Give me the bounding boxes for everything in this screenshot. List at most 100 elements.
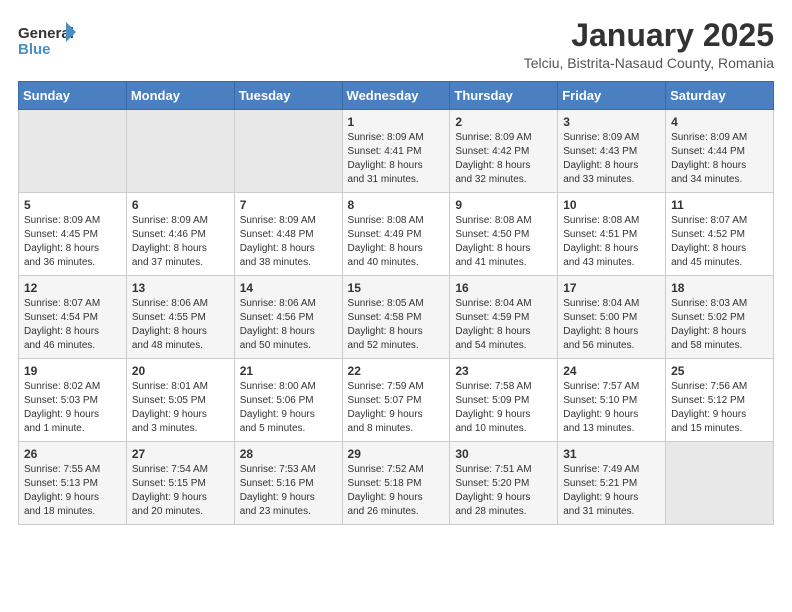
logo: General Blue xyxy=(18,18,78,62)
day-number: 14 xyxy=(240,281,337,295)
table-row: 8 Sunrise: 8:08 AM Sunset: 4:49 PM Daylig… xyxy=(342,193,450,276)
table-row: 30 Sunrise: 7:51 AM Sunset: 5:20 PM Dayli… xyxy=(450,442,558,525)
day-info: Sunrise: 8:09 AM Sunset: 4:44 PM Dayligh… xyxy=(671,131,768,187)
day-info: Sunrise: 8:08 AM Sunset: 4:49 PM Dayligh… xyxy=(348,214,445,270)
day-number: 24 xyxy=(563,364,660,378)
col-saturday: Saturday xyxy=(666,82,774,110)
table-row: 31Sunrise: 7:49 AM Sunset: 5:21 PM Dayli… xyxy=(558,442,666,525)
day-number: 22 xyxy=(348,364,445,378)
table-row: 24 Sunrise: 7:57 AM Sunset: 5:10 PM Dayli… xyxy=(558,359,666,442)
day-number: 12 xyxy=(24,281,121,295)
table-row: 5Sunrise: 8:09 AM Sunset: 4:45 PM Daylig… xyxy=(19,193,127,276)
calendar: Sunday Monday Tuesday Wednesday Thursday… xyxy=(18,81,774,525)
table-row: 1 Sunrise: 8:09 AM Sunset: 4:41 PM Daylig… xyxy=(342,110,450,193)
svg-text:Blue: Blue xyxy=(18,41,51,58)
day-number: 16 xyxy=(455,281,552,295)
day-info: Sunrise: 7:54 AM Sunset: 5:15 PM Dayligh… xyxy=(132,463,229,519)
day-number: 6 xyxy=(132,198,229,212)
day-info: Sunrise: 8:09 AM Sunset: 4:41 PM Dayligh… xyxy=(348,131,445,187)
title-block: January 2025 Telciu, Bistrita-Nasaud Cou… xyxy=(524,18,774,71)
day-info: Sunrise: 7:49 AM Sunset: 5:21 PM Dayligh… xyxy=(563,463,660,519)
day-number: 30 xyxy=(455,447,552,461)
day-info: Sunrise: 8:05 AM Sunset: 4:58 PM Dayligh… xyxy=(348,297,445,353)
day-info: Sunrise: 8:09 AM Sunset: 4:45 PM Dayligh… xyxy=(24,214,121,270)
day-info: Sunrise: 7:57 AM Sunset: 5:10 PM Dayligh… xyxy=(563,380,660,436)
day-info: Sunrise: 8:09 AM Sunset: 4:48 PM Dayligh… xyxy=(240,214,337,270)
day-info: Sunrise: 7:59 AM Sunset: 5:07 PM Dayligh… xyxy=(348,380,445,436)
day-info: Sunrise: 7:53 AM Sunset: 5:16 PM Dayligh… xyxy=(240,463,337,519)
day-number: 20 xyxy=(132,364,229,378)
day-number: 13 xyxy=(132,281,229,295)
table-row xyxy=(666,442,774,525)
day-number: 27 xyxy=(132,447,229,461)
table-row: 23Sunrise: 7:58 AM Sunset: 5:09 PM Dayli… xyxy=(450,359,558,442)
table-row: 21 Sunrise: 8:00 AM Sunset: 5:06 PM Dayli… xyxy=(234,359,342,442)
day-info: Sunrise: 8:06 AM Sunset: 4:56 PM Dayligh… xyxy=(240,297,337,353)
table-row: 26Sunrise: 7:55 AM Sunset: 5:13 PM Dayli… xyxy=(19,442,127,525)
svg-text:General: General xyxy=(18,25,74,42)
table-row: 16 Sunrise: 8:04 AM Sunset: 4:59 PM Dayli… xyxy=(450,276,558,359)
day-number: 11 xyxy=(671,198,768,212)
table-row xyxy=(126,110,234,193)
col-thursday: Thursday xyxy=(450,82,558,110)
table-row: 11Sunrise: 8:07 AM Sunset: 4:52 PM Dayli… xyxy=(666,193,774,276)
day-info: Sunrise: 7:58 AM Sunset: 5:09 PM Dayligh… xyxy=(455,380,552,436)
table-row: 6 Sunrise: 8:09 AM Sunset: 4:46 PM Daylig… xyxy=(126,193,234,276)
day-number: 9 xyxy=(455,198,552,212)
day-info: Sunrise: 8:06 AM Sunset: 4:55 PM Dayligh… xyxy=(132,297,229,353)
table-row: 14 Sunrise: 8:06 AM Sunset: 4:56 PM Dayli… xyxy=(234,276,342,359)
day-info: Sunrise: 8:03 AM Sunset: 5:02 PM Dayligh… xyxy=(671,297,768,353)
day-info: Sunrise: 8:09 AM Sunset: 4:43 PM Dayligh… xyxy=(563,131,660,187)
header: General Blue January 2025 Telciu, Bistri… xyxy=(18,18,774,71)
day-info: Sunrise: 8:02 AM Sunset: 5:03 PM Dayligh… xyxy=(24,380,121,436)
day-number: 10 xyxy=(563,198,660,212)
day-info: Sunrise: 8:08 AM Sunset: 4:51 PM Dayligh… xyxy=(563,214,660,270)
table-row: 2Sunrise: 8:09 AM Sunset: 4:42 PM Daylig… xyxy=(450,110,558,193)
calendar-header-row: Sunday Monday Tuesday Wednesday Thursday… xyxy=(19,82,774,110)
col-monday: Monday xyxy=(126,82,234,110)
day-info: Sunrise: 8:09 AM Sunset: 4:42 PM Dayligh… xyxy=(455,131,552,187)
day-number: 15 xyxy=(348,281,445,295)
day-info: Sunrise: 7:56 AM Sunset: 5:12 PM Dayligh… xyxy=(671,380,768,436)
table-row: 22 Sunrise: 7:59 AM Sunset: 5:07 PM Dayli… xyxy=(342,359,450,442)
table-row: 19Sunrise: 8:02 AM Sunset: 5:03 PM Dayli… xyxy=(19,359,127,442)
day-info: Sunrise: 8:00 AM Sunset: 5:06 PM Dayligh… xyxy=(240,380,337,436)
day-info: Sunrise: 7:51 AM Sunset: 5:20 PM Dayligh… xyxy=(455,463,552,519)
logo-svg: General Blue xyxy=(18,18,78,62)
table-row: 10 Sunrise: 8:08 AM Sunset: 4:51 PM Dayli… xyxy=(558,193,666,276)
day-number: 1 xyxy=(348,115,445,129)
week-row-3: 12 Sunrise: 8:07 AM Sunset: 4:54 PM Dayli… xyxy=(19,276,774,359)
day-number: 8 xyxy=(348,198,445,212)
table-row xyxy=(234,110,342,193)
table-row: 25Sunrise: 7:56 AM Sunset: 5:12 PM Dayli… xyxy=(666,359,774,442)
table-row: 4Sunrise: 8:09 AM Sunset: 4:44 PM Daylig… xyxy=(666,110,774,193)
day-number: 28 xyxy=(240,447,337,461)
table-row: 13 Sunrise: 8:06 AM Sunset: 4:55 PM Dayli… xyxy=(126,276,234,359)
day-info: Sunrise: 8:04 AM Sunset: 5:00 PM Dayligh… xyxy=(563,297,660,353)
page: General Blue January 2025 Telciu, Bistri… xyxy=(0,0,792,612)
day-info: Sunrise: 7:52 AM Sunset: 5:18 PM Dayligh… xyxy=(348,463,445,519)
day-info: Sunrise: 8:08 AM Sunset: 4:50 PM Dayligh… xyxy=(455,214,552,270)
table-row: 12 Sunrise: 8:07 AM Sunset: 4:54 PM Dayli… xyxy=(19,276,127,359)
table-row: 15 Sunrise: 8:05 AM Sunset: 4:58 PM Dayli… xyxy=(342,276,450,359)
week-row-1: 1 Sunrise: 8:09 AM Sunset: 4:41 PM Daylig… xyxy=(19,110,774,193)
table-row: 17 Sunrise: 8:04 AM Sunset: 5:00 PM Dayli… xyxy=(558,276,666,359)
col-friday: Friday xyxy=(558,82,666,110)
day-info: Sunrise: 8:01 AM Sunset: 5:05 PM Dayligh… xyxy=(132,380,229,436)
col-sunday: Sunday xyxy=(19,82,127,110)
table-row: 3 Sunrise: 8:09 AM Sunset: 4:43 PM Daylig… xyxy=(558,110,666,193)
day-number: 17 xyxy=(563,281,660,295)
day-info: Sunrise: 8:04 AM Sunset: 4:59 PM Dayligh… xyxy=(455,297,552,353)
table-row: 20 Sunrise: 8:01 AM Sunset: 5:05 PM Dayli… xyxy=(126,359,234,442)
table-row: 27 Sunrise: 7:54 AM Sunset: 5:15 PM Dayli… xyxy=(126,442,234,525)
col-tuesday: Tuesday xyxy=(234,82,342,110)
day-info: Sunrise: 8:07 AM Sunset: 4:54 PM Dayligh… xyxy=(24,297,121,353)
day-number: 29 xyxy=(348,447,445,461)
location: Telciu, Bistrita-Nasaud County, Romania xyxy=(524,55,774,71)
table-row: 29 Sunrise: 7:52 AM Sunset: 5:18 PM Dayli… xyxy=(342,442,450,525)
day-number: 21 xyxy=(240,364,337,378)
day-number: 3 xyxy=(563,115,660,129)
day-info: Sunrise: 8:09 AM Sunset: 4:46 PM Dayligh… xyxy=(132,214,229,270)
week-row-2: 5Sunrise: 8:09 AM Sunset: 4:45 PM Daylig… xyxy=(19,193,774,276)
table-row: 9 Sunrise: 8:08 AM Sunset: 4:50 PM Daylig… xyxy=(450,193,558,276)
